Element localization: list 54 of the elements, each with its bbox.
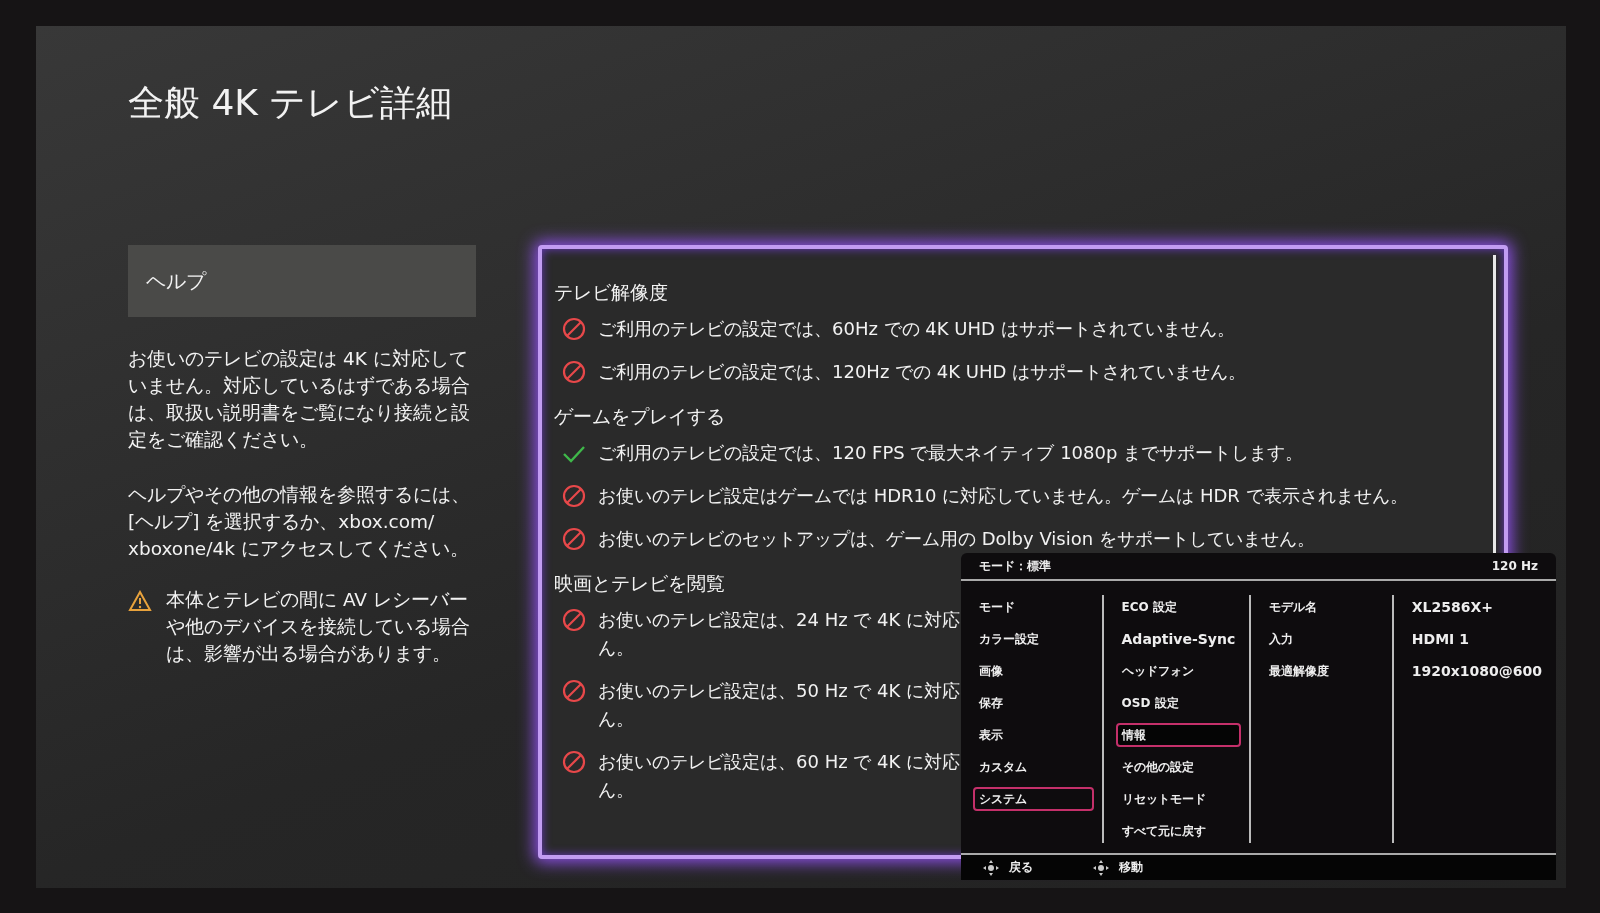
description-text: お使いのテレビの設定は 4K に対応していません。対応しているはずである場合は、取扱い説明書をご覧になり接続と設定をご確認ください。 [128, 347, 471, 452]
osd-info-label: 最適解像度 [1268, 663, 1331, 681]
prohibited-icon [562, 360, 586, 384]
status-text: お使いのテレビ設定は、50 Hz で 4K に対応 [598, 679, 961, 703]
osd-mode: モード：標準 [979, 557, 1051, 575]
osd-menu-item[interactable]: カラー設定 [973, 627, 1094, 652]
osd-submenu-item[interactable]: その他の設定 [1115, 755, 1242, 780]
status-text: ん。 [598, 707, 634, 731]
description-text: ヘルプやその他の情報を参照するには、[ヘルプ] を選択するか、xbox.com/ xboxone/4k にアクセスしてください。 [128, 483, 471, 561]
section-heading: テレビ解像度 [554, 280, 668, 305]
osd-info-value: XL2586X+ [1410, 598, 1495, 618]
osd-footer-label: 移動 [1119, 859, 1143, 877]
section-heading: ゲームをプレイする [554, 404, 725, 429]
osd-submenu-item[interactable]: Adaptive-Sync [1115, 627, 1242, 652]
osd-menu-item[interactable]: モード [973, 595, 1094, 620]
osd-submenu-item[interactable]: すべて元に戻す [1115, 819, 1242, 844]
osd-info-value: 1920x1080@600 [1410, 662, 1543, 682]
osd-menu-item[interactable]: システム [973, 787, 1094, 812]
osd-info-label: モデル名 [1268, 599, 1319, 617]
warning-icon [128, 590, 152, 612]
osd-info-value: HDMI 1 [1410, 630, 1470, 650]
status-text: お使いのテレビ設定はゲームでは HDR10 に対応していません。ゲームは HDR で表示されません。 [598, 484, 1408, 508]
osd-submenu-item[interactable]: ECO 設定 [1115, 595, 1242, 620]
osd-submenu-item[interactable]: ヘッドフォン [1115, 659, 1242, 684]
warning-text: 本体とテレビの間に AV レシーバーや他のデバイスを接続している場合は、影響が出る場合があります。 [166, 588, 471, 666]
prohibited-icon [562, 484, 586, 508]
osd-footer-label: 戻る [1009, 859, 1033, 877]
prohibited-icon [562, 750, 586, 774]
status-text: お使いのテレビのセットアップは、ゲーム用の Dolby Vision をサポートしていません。 [598, 527, 1315, 551]
prohibited-icon [562, 527, 586, 551]
osd-info-label: 入力 [1268, 631, 1295, 649]
dpad-icon [983, 859, 999, 876]
status-text: ご利用のテレビの設定では、60Hz での 4K UHD はサポートされていません。 [598, 317, 1235, 341]
osd-menu-item[interactable]: 表示 [973, 723, 1094, 748]
prohibited-icon [562, 317, 586, 341]
osd-menu-item[interactable]: 保存 [973, 691, 1094, 716]
prohibited-icon [562, 608, 586, 632]
dpad-icon [1093, 859, 1109, 876]
page-title: 全般 4K テレビ詳細 [128, 81, 454, 125]
osd-menu-item[interactable]: カスタム [973, 755, 1094, 780]
prohibited-icon [562, 679, 586, 703]
osd-refresh-rate: 120 Hz [1491, 559, 1538, 574]
osd-menu-item[interactable]: 画像 [973, 659, 1094, 684]
section-heading: 映画とテレビを閲覧 [554, 571, 725, 596]
status-text: お使いのテレビ設定は、60 Hz で 4K に対応 [598, 750, 961, 774]
osd-submenu-item[interactable]: リセットモード [1115, 787, 1242, 812]
help-button[interactable]: ヘルプ [128, 245, 476, 317]
status-text: ん。 [598, 636, 634, 660]
status-text: ん。 [598, 778, 634, 802]
status-text: ご利用のテレビの設定では、120Hz での 4K UHD はサポートされていません。 [598, 360, 1247, 384]
osd-submenu-item[interactable]: 情報 [1115, 723, 1242, 748]
osd-submenu-item[interactable]: OSD 設定 [1115, 691, 1242, 716]
status-text: ご利用のテレビの設定では、120 FPS で最大ネイティブ 1080p までサポートします。 [598, 441, 1304, 465]
status-text: お使いのテレビ設定は、24 Hz で 4K に対応 [598, 608, 961, 632]
